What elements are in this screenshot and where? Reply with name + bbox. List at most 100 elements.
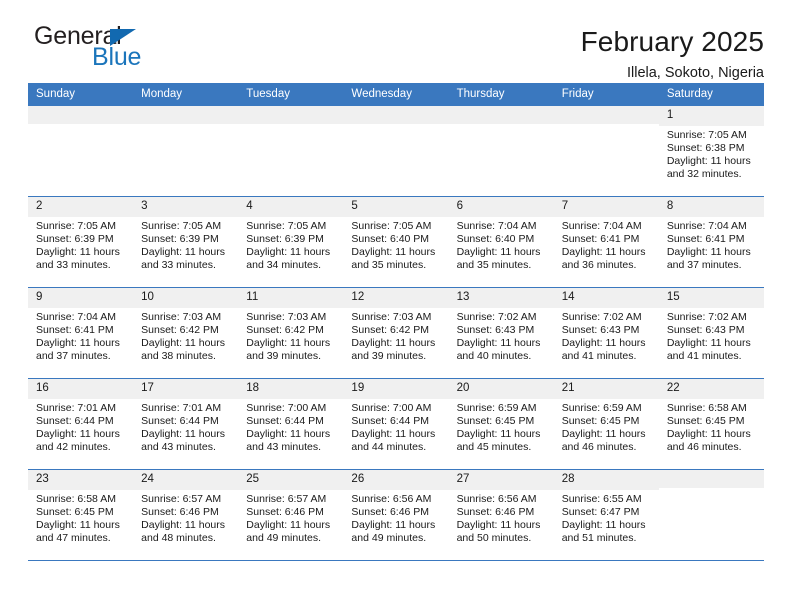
day-details: Sunrise: 6:57 AM Sunset: 6:46 PM Daylight:… <box>133 490 238 546</box>
sunrise-text: Sunrise: 6:57 AM <box>141 492 222 505</box>
day-number <box>658 470 764 488</box>
calendar-day-cell[interactable]: 14 Sunrise: 7:02 AM Sunset: 6:43 PM Dayligh… <box>553 287 659 379</box>
daylight-text-line2: and 51 minutes. <box>561 532 637 545</box>
day-details: Sunrise: 6:56 AM Sunset: 6:46 PM Daylight:… <box>449 490 554 546</box>
day-number: 18 <box>238 379 344 399</box>
page-subtitle: Illela, Sokoto, Nigeria <box>626 65 764 82</box>
daylight-text-line2: and 48 minutes. <box>141 532 216 545</box>
calendar-day-cell[interactable]: 12 Sunrise: 7:03 AM Sunset: 6:42 PM Dayligh… <box>343 287 449 379</box>
calendar-day-cell[interactable]: 22 Sunrise: 6:58 AM Sunset: 6:45 PM Dayligh… <box>658 378 764 470</box>
sunrise-text: Sunrise: 7:05 AM <box>36 219 116 232</box>
calendar-day-cell[interactable]: 2 Sunrise: 7:05 AM Sunset: 6:39 PM Daylight… <box>28 196 134 288</box>
day-number: 16 <box>28 379 134 399</box>
sunset-text: Sunset: 6:46 PM <box>141 505 219 518</box>
daylight-text-line2: and 39 minutes. <box>351 350 427 363</box>
day-number: 4 <box>238 197 344 217</box>
sunset-text: Sunset: 6:45 PM <box>561 414 640 427</box>
daylight-text-line2: and 34 minutes. <box>246 259 321 272</box>
calendar-day-cell[interactable]: 27 Sunrise: 6:56 AM Sunset: 6:46 PM Dayligh… <box>448 469 554 560</box>
calendar-cell-inner: 5 Sunrise: 7:05 AM Sunset: 6:40 PM Daylight… <box>343 197 449 288</box>
day-number: 12 <box>343 288 449 308</box>
calendar-day-cell[interactable]: 17 Sunrise: 7:01 AM Sunset: 6:44 PM Dayligh… <box>133 378 239 470</box>
day-number <box>133 106 239 124</box>
calendar-day-cell[interactable]: 28 Sunrise: 6:55 AM Sunset: 6:47 PM Dayligh… <box>553 469 659 560</box>
sunrise-text: Sunrise: 7:04 AM <box>36 310 116 323</box>
calendar-week-row: 23 Sunrise: 6:58 AM Sunset: 6:45 PM Dayligh… <box>28 469 764 560</box>
calendar-cell-empty <box>28 105 134 197</box>
daylight-text-line1: Daylight: 11 hours <box>246 519 331 532</box>
calendar-day-cell[interactable]: 24 Sunrise: 6:57 AM Sunset: 6:46 PM Dayligh… <box>133 469 239 560</box>
sunrise-text: Sunrise: 7:05 AM <box>246 219 327 232</box>
calendar-day-cell[interactable]: 6 Sunrise: 7:04 AM Sunset: 6:40 PM Daylight… <box>448 196 554 288</box>
sunrise-text: Sunrise: 7:00 AM <box>351 401 432 414</box>
calendar-day-cell[interactable]: 3 Sunrise: 7:05 AM Sunset: 6:39 PM Daylight… <box>133 196 239 288</box>
calendar-cell-inner: 20 Sunrise: 6:59 AM Sunset: 6:45 PM Dayligh… <box>448 379 554 470</box>
calendar-cell-inner: 27 Sunrise: 6:56 AM Sunset: 6:46 PM Dayligh… <box>448 470 554 560</box>
page-header: General Blue February 2025 Illela, Sokot… <box>28 0 764 82</box>
sunrise-text: Sunrise: 7:02 AM <box>456 310 537 323</box>
day-number: 25 <box>238 470 344 490</box>
day-details: Sunrise: 7:02 AM Sunset: 6:43 PM Daylight:… <box>554 308 659 364</box>
calendar-day-cell[interactable]: 9 Sunrise: 7:04 AM Sunset: 6:41 PM Daylight… <box>28 287 134 379</box>
calendar-day-cell[interactable]: 7 Sunrise: 7:04 AM Sunset: 6:41 PM Daylight… <box>553 196 659 288</box>
sunset-text: Sunset: 6:39 PM <box>246 232 324 245</box>
weekday-header-wednesday: Wednesday <box>343 83 449 106</box>
daylight-text-line1: Daylight: 11 hours <box>36 428 120 441</box>
day-details: Sunrise: 7:05 AM Sunset: 6:39 PM Daylight:… <box>238 217 343 273</box>
calendar-day-cell[interactable]: 21 Sunrise: 6:59 AM Sunset: 6:45 PM Dayligh… <box>553 378 659 470</box>
calendar-cell-inner: 6 Sunrise: 7:04 AM Sunset: 6:40 PM Daylight… <box>448 197 554 288</box>
daylight-text-line1: Daylight: 11 hours <box>561 519 646 532</box>
day-number: 8 <box>658 197 764 217</box>
daylight-text-line1: Daylight: 11 hours <box>666 337 751 350</box>
day-number: 20 <box>448 379 554 399</box>
day-details: Sunrise: 6:58 AM Sunset: 6:45 PM Daylight:… <box>659 399 764 455</box>
daylight-text-line1: Daylight: 11 hours <box>456 428 541 441</box>
day-number: 24 <box>133 470 239 490</box>
calendar-day-cell[interactable]: 5 Sunrise: 7:05 AM Sunset: 6:40 PM Daylight… <box>343 196 449 288</box>
day-details: Sunrise: 7:01 AM Sunset: 6:44 PM Daylight:… <box>133 399 238 455</box>
day-number <box>343 106 449 124</box>
sunrise-text: Sunrise: 7:00 AM <box>246 401 327 414</box>
day-details: Sunrise: 7:03 AM Sunset: 6:42 PM Daylight:… <box>343 308 448 364</box>
calendar-cell-inner: 15 Sunrise: 7:02 AM Sunset: 6:43 PM Dayligh… <box>658 288 764 379</box>
day-number: 2 <box>28 197 134 217</box>
calendar-day-cell[interactable]: 23 Sunrise: 6:58 AM Sunset: 6:45 PM Dayligh… <box>28 469 134 560</box>
calendar-day-cell[interactable]: 10 Sunrise: 7:03 AM Sunset: 6:42 PM Dayligh… <box>133 287 239 379</box>
general-blue-logo[interactable]: General Blue <box>28 24 238 76</box>
calendar-day-cell[interactable]: 1 Sunrise: 7:05 AM Sunset: 6:38 PM Daylight… <box>658 105 764 197</box>
calendar-day-cell[interactable]: 25 Sunrise: 6:57 AM Sunset: 6:46 PM Dayligh… <box>238 469 344 560</box>
daylight-text-line1: Daylight: 11 hours <box>351 519 436 532</box>
daylight-text-line2: and 39 minutes. <box>246 350 321 363</box>
calendar-day-cell[interactable]: 19 Sunrise: 7:00 AM Sunset: 6:44 PM Dayligh… <box>343 378 449 470</box>
daylight-text-line1: Daylight: 11 hours <box>141 246 225 259</box>
day-number: 14 <box>553 288 659 308</box>
calendar-cell-inner: 8 Sunrise: 7:04 AM Sunset: 6:41 PM Daylight… <box>658 197 764 288</box>
day-number: 26 <box>343 470 449 490</box>
calendar-day-cell[interactable]: 13 Sunrise: 7:02 AM Sunset: 6:43 PM Dayligh… <box>448 287 554 379</box>
calendar-day-cell[interactable]: 15 Sunrise: 7:02 AM Sunset: 6:43 PM Dayligh… <box>658 287 764 379</box>
daylight-text-line1: Daylight: 11 hours <box>36 337 120 350</box>
calendar-day-cell[interactable]: 26 Sunrise: 6:56 AM Sunset: 6:46 PM Dayligh… <box>343 469 449 560</box>
sunrise-text: Sunrise: 7:04 AM <box>666 219 747 232</box>
calendar-cell-inner: 17 Sunrise: 7:01 AM Sunset: 6:44 PM Dayligh… <box>133 379 239 470</box>
calendar-day-cell[interactable]: 16 Sunrise: 7:01 AM Sunset: 6:44 PM Dayligh… <box>28 378 134 470</box>
day-number: 23 <box>28 470 134 490</box>
daylight-text-line2: and 42 minutes. <box>36 441 111 454</box>
sunrise-text: Sunrise: 7:04 AM <box>561 219 642 232</box>
calendar-day-cell[interactable]: 4 Sunrise: 7:05 AM Sunset: 6:39 PM Daylight… <box>238 196 344 288</box>
day-details: Sunrise: 7:05 AM Sunset: 6:40 PM Daylight:… <box>343 217 448 273</box>
sunset-text: Sunset: 6:46 PM <box>246 505 324 518</box>
sunrise-text: Sunrise: 7:05 AM <box>141 219 222 232</box>
daylight-text-line2: and 50 minutes. <box>456 532 532 545</box>
day-number: 13 <box>448 288 554 308</box>
day-number: 21 <box>553 379 659 399</box>
daylight-text-line2: and 33 minutes. <box>141 259 216 272</box>
sunset-text: Sunset: 6:45 PM <box>36 505 114 518</box>
calendar-bottom-rule <box>28 560 764 561</box>
daylight-text-line1: Daylight: 11 hours <box>666 428 751 441</box>
calendar-day-cell[interactable]: 11 Sunrise: 7:03 AM Sunset: 6:42 PM Dayligh… <box>238 287 344 379</box>
calendar-day-cell[interactable]: 8 Sunrise: 7:04 AM Sunset: 6:41 PM Daylight… <box>658 196 764 288</box>
calendar-day-cell[interactable]: 20 Sunrise: 6:59 AM Sunset: 6:45 PM Dayligh… <box>448 378 554 470</box>
day-number: 19 <box>343 379 449 399</box>
calendar-day-cell[interactable]: 18 Sunrise: 7:00 AM Sunset: 6:44 PM Dayligh… <box>238 378 344 470</box>
